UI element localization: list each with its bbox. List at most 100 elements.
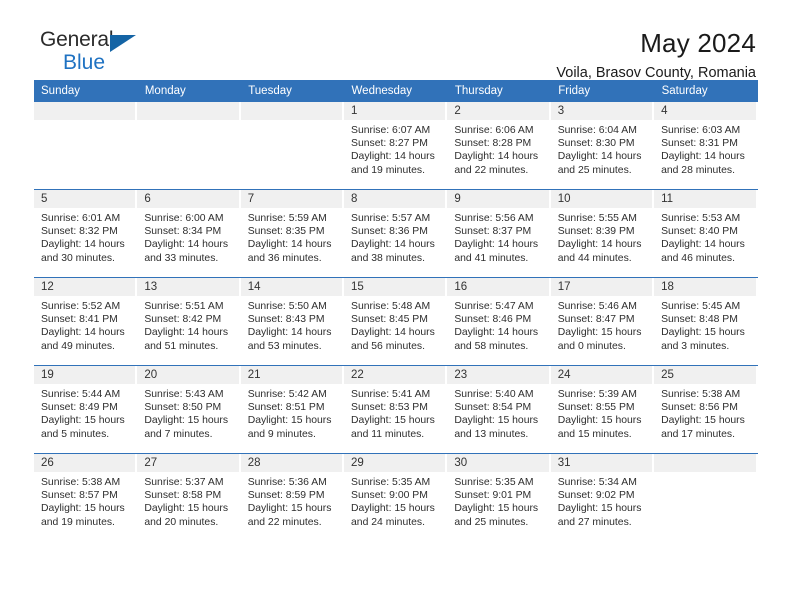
day-sun-info: Sunrise: 6:03 AM Sunset: 8:31 PM Dayligh…	[661, 125, 745, 176]
day-cell-inner: 3 Sunrise: 6:04 AM Sunset: 8:30 PM Daylig…	[550, 102, 655, 189]
day-cell-inner: 13 Sunrise: 5:51 AM Sunset: 8:42 PM Dayli…	[137, 278, 241, 365]
calendar-day-cell[interactable]: 13 Sunrise: 5:51 AM Sunset: 8:42 PM Dayli…	[137, 277, 241, 366]
day-number: 22	[344, 366, 448, 384]
day-cell-inner: 18 Sunrise: 5:45 AM Sunset: 8:48 PM Dayli…	[654, 278, 758, 365]
calendar-day-cell[interactable]: 19 Sunrise: 5:44 AM Sunset: 8:49 PM Dayli…	[34, 365, 138, 454]
day-number: 25	[654, 366, 758, 384]
day-number: 31	[550, 454, 655, 472]
calendar-day-cell[interactable]: 26 Sunrise: 5:38 AM Sunset: 8:57 PM Dayli…	[34, 453, 138, 541]
day-sun-info: Sunrise: 5:50 AM Sunset: 8:43 PM Dayligh…	[247, 301, 332, 352]
calendar-day-cell[interactable]: 5 Sunrise: 6:01 AM Sunset: 8:32 PM Daylig…	[34, 189, 138, 278]
day-cell-inner	[240, 102, 345, 189]
day-cell-inner: 5 Sunrise: 6:01 AM Sunset: 8:32 PM Daylig…	[34, 190, 138, 277]
day-number: 5	[34, 190, 138, 208]
weekday-header-wednesday: Wednesday	[344, 80, 448, 102]
day-number: 28	[240, 454, 345, 472]
day-number: 27	[137, 454, 241, 472]
calendar-empty-cell	[654, 453, 758, 541]
day-number: 30	[447, 454, 551, 472]
calendar-day-cell[interactable]: 20 Sunrise: 5:43 AM Sunset: 8:50 PM Dayli…	[137, 365, 241, 454]
day-number: 4	[654, 102, 758, 120]
day-sun-info: Sunrise: 5:38 AM Sunset: 8:56 PM Dayligh…	[661, 389, 745, 440]
calendar-day-cell[interactable]: 21 Sunrise: 5:42 AM Sunset: 8:51 PM Dayli…	[240, 365, 345, 454]
weekday-header-tuesday: Tuesday	[240, 80, 345, 102]
day-number: 20	[137, 366, 241, 384]
day-cell-inner: 15 Sunrise: 5:48 AM Sunset: 8:45 PM Dayli…	[344, 278, 448, 365]
day-cell-inner	[137, 102, 241, 189]
calendar-day-cell[interactable]: 17 Sunrise: 5:46 AM Sunset: 8:47 PM Dayli…	[550, 277, 655, 366]
calendar-day-cell[interactable]: 12 Sunrise: 5:52 AM Sunset: 8:41 PM Dayli…	[34, 277, 138, 366]
day-number: 10	[550, 190, 655, 208]
day-cell-inner: 11 Sunrise: 5:53 AM Sunset: 8:40 PM Dayli…	[654, 190, 758, 277]
day-sun-info: Sunrise: 6:07 AM Sunset: 8:27 PM Dayligh…	[351, 125, 435, 176]
day-cell-inner: 21 Sunrise: 5:42 AM Sunset: 8:51 PM Dayli…	[240, 366, 345, 453]
calendar-day-cell[interactable]: 18 Sunrise: 5:45 AM Sunset: 8:48 PM Dayli…	[654, 277, 758, 366]
day-cell-inner: 6 Sunrise: 6:00 AM Sunset: 8:34 PM Daylig…	[137, 190, 241, 277]
day-number: 17	[550, 278, 655, 296]
calendar-empty-cell	[34, 102, 138, 190]
calendar-body: 1 Sunrise: 6:07 AM Sunset: 8:27 PM Daylig…	[34, 102, 758, 541]
day-sun-info: Sunrise: 5:44 AM Sunset: 8:49 PM Dayligh…	[41, 389, 125, 440]
calendar-day-cell[interactable]: 29 Sunrise: 5:35 AM Sunset: 9:00 PM Dayli…	[344, 453, 448, 541]
calendar-day-cell[interactable]: 8 Sunrise: 5:57 AM Sunset: 8:36 PM Daylig…	[344, 189, 448, 278]
day-number: 9	[447, 190, 551, 208]
calendar-week-row: 26 Sunrise: 5:38 AM Sunset: 8:57 PM Dayli…	[34, 453, 758, 541]
calendar-day-cell[interactable]: 28 Sunrise: 5:36 AM Sunset: 8:59 PM Dayli…	[240, 453, 345, 541]
calendar-day-cell[interactable]: 22 Sunrise: 5:41 AM Sunset: 8:53 PM Dayli…	[344, 365, 448, 454]
day-cell-inner: 1 Sunrise: 6:07 AM Sunset: 8:27 PM Daylig…	[344, 102, 448, 189]
day-cell-inner: 8 Sunrise: 5:57 AM Sunset: 8:36 PM Daylig…	[344, 190, 448, 277]
calendar-day-cell[interactable]: 30 Sunrise: 5:35 AM Sunset: 9:01 PM Dayli…	[447, 453, 551, 541]
calendar-day-cell[interactable]: 9 Sunrise: 5:56 AM Sunset: 8:37 PM Daylig…	[447, 189, 551, 278]
day-sun-info: Sunrise: 5:35 AM Sunset: 9:00 PM Dayligh…	[351, 477, 435, 528]
day-cell-inner: 28 Sunrise: 5:36 AM Sunset: 8:59 PM Dayli…	[240, 454, 345, 541]
day-cell-inner: 24 Sunrise: 5:39 AM Sunset: 8:55 PM Dayli…	[550, 366, 655, 453]
weekday-header-monday: Monday	[137, 80, 242, 102]
calendar-day-cell[interactable]: 27 Sunrise: 5:37 AM Sunset: 8:58 PM Dayli…	[137, 453, 241, 541]
day-cell-inner: 4 Sunrise: 6:03 AM Sunset: 8:31 PM Daylig…	[654, 102, 758, 189]
day-sun-info: Sunrise: 5:55 AM Sunset: 8:39 PM Dayligh…	[557, 213, 642, 264]
day-number: 24	[550, 366, 655, 384]
day-sun-info: Sunrise: 5:37 AM Sunset: 8:58 PM Dayligh…	[144, 477, 229, 528]
weekday-header-thursday: Thursday	[447, 80, 552, 102]
day-cell-inner	[654, 454, 758, 541]
calendar-day-cell[interactable]: 31 Sunrise: 5:34 AM Sunset: 9:02 PM Dayli…	[550, 453, 655, 541]
day-sun-info: Sunrise: 5:34 AM Sunset: 9:02 PM Dayligh…	[557, 477, 642, 528]
day-sun-info: Sunrise: 5:53 AM Sunset: 8:40 PM Dayligh…	[661, 213, 745, 264]
day-sun-info: Sunrise: 5:48 AM Sunset: 8:45 PM Dayligh…	[351, 301, 435, 352]
day-cell-inner: 12 Sunrise: 5:52 AM Sunset: 8:41 PM Dayli…	[34, 278, 138, 365]
day-number: 18	[654, 278, 758, 296]
calendar-day-cell[interactable]: 24 Sunrise: 5:39 AM Sunset: 8:55 PM Dayli…	[550, 365, 655, 454]
weekday-header-sunday: Sunday	[34, 80, 138, 102]
page-subtitle: Voila, Brasov County, Romania	[556, 65, 756, 81]
day-cell-inner: 26 Sunrise: 5:38 AM Sunset: 8:57 PM Dayli…	[34, 454, 138, 541]
calendar-day-cell[interactable]: 7 Sunrise: 5:59 AM Sunset: 8:35 PM Daylig…	[240, 189, 345, 278]
day-cell-inner: 29 Sunrise: 5:35 AM Sunset: 9:00 PM Dayli…	[344, 454, 448, 541]
calendar-day-cell[interactable]: 10 Sunrise: 5:55 AM Sunset: 8:39 PM Dayli…	[550, 189, 655, 278]
calendar-day-cell[interactable]: 3 Sunrise: 6:04 AM Sunset: 8:30 PM Daylig…	[550, 102, 655, 190]
general-blue-logo[interactable]: General Blue	[34, 28, 160, 76]
calendar-week-row: 19 Sunrise: 5:44 AM Sunset: 8:49 PM Dayli…	[34, 365, 758, 454]
day-number	[654, 454, 758, 472]
day-cell-inner: 27 Sunrise: 5:37 AM Sunset: 8:58 PM Dayli…	[137, 454, 241, 541]
calendar-day-cell[interactable]: 16 Sunrise: 5:47 AM Sunset: 8:46 PM Dayli…	[447, 277, 551, 366]
calendar-empty-cell	[137, 102, 241, 190]
day-number: 3	[550, 102, 655, 120]
calendar-day-cell[interactable]: 14 Sunrise: 5:50 AM Sunset: 8:43 PM Dayli…	[240, 277, 345, 366]
day-sun-info: Sunrise: 5:42 AM Sunset: 8:51 PM Dayligh…	[247, 389, 332, 440]
day-cell-inner: 30 Sunrise: 5:35 AM Sunset: 9:01 PM Dayli…	[447, 454, 551, 541]
day-cell-inner	[34, 102, 138, 189]
calendar-day-cell[interactable]: 2 Sunrise: 6:06 AM Sunset: 8:28 PM Daylig…	[447, 102, 551, 190]
page-header: General Blue May 2024 Voila, Brasov Coun…	[34, 0, 758, 81]
calendar-day-cell[interactable]: 1 Sunrise: 6:07 AM Sunset: 8:27 PM Daylig…	[344, 102, 448, 190]
day-sun-info: Sunrise: 5:57 AM Sunset: 8:36 PM Dayligh…	[351, 213, 435, 264]
calendar-day-cell[interactable]: 11 Sunrise: 5:53 AM Sunset: 8:40 PM Dayli…	[654, 189, 758, 278]
day-sun-info: Sunrise: 5:47 AM Sunset: 8:46 PM Dayligh…	[454, 301, 539, 352]
calendar-day-cell[interactable]: 15 Sunrise: 5:48 AM Sunset: 8:45 PM Dayli…	[344, 277, 448, 366]
calendar-empty-cell	[240, 102, 345, 190]
calendar-day-cell[interactable]: 4 Sunrise: 6:03 AM Sunset: 8:31 PM Daylig…	[654, 102, 758, 190]
day-sun-info: Sunrise: 5:56 AM Sunset: 8:37 PM Dayligh…	[454, 213, 539, 264]
calendar-day-cell[interactable]: 23 Sunrise: 5:40 AM Sunset: 8:54 PM Dayli…	[447, 365, 551, 454]
calendar-day-cell[interactable]: 6 Sunrise: 6:00 AM Sunset: 8:34 PM Daylig…	[137, 189, 241, 278]
day-sun-info: Sunrise: 5:45 AM Sunset: 8:48 PM Dayligh…	[661, 301, 745, 352]
calendar-day-cell[interactable]: 25 Sunrise: 5:38 AM Sunset: 8:56 PM Dayli…	[654, 365, 758, 454]
